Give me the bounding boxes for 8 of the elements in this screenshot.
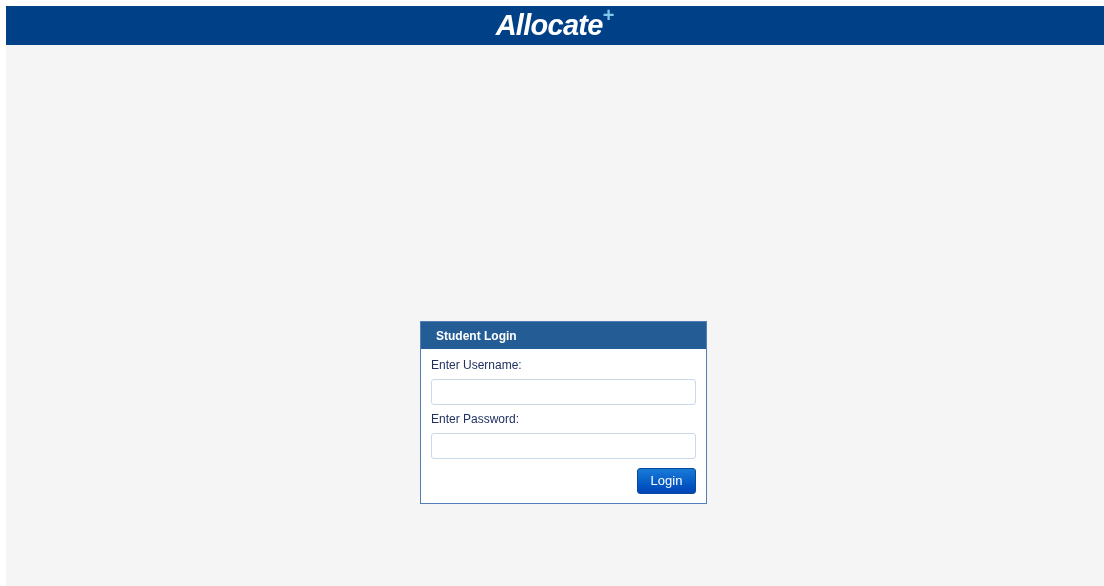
input-field[interactable] [431, 433, 696, 459]
logo-plus: + [602, 5, 615, 25]
logo: Allocate [495, 11, 603, 40]
field-label: Enter Password: [431, 412, 521, 426]
login-button[interactable]: Login [637, 468, 696, 494]
input-field[interactable] [431, 379, 696, 405]
field-label: Enter Username: [431, 358, 523, 372]
panel-title: Student Login [436, 327, 517, 345]
